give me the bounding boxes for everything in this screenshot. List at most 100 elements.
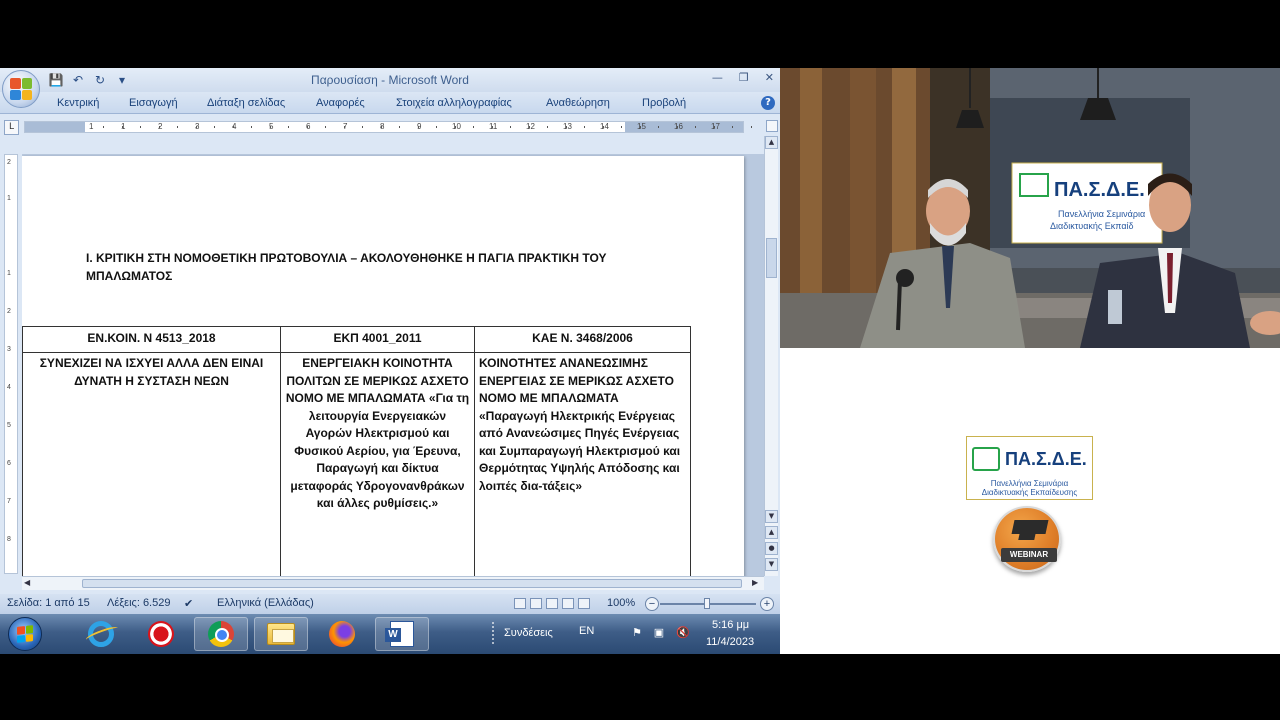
scroll-right-icon[interactable]: ▶ <box>752 578 758 587</box>
taskbar-word[interactable] <box>375 617 429 651</box>
document-page[interactable]: Ι. ΚΡΙΤΙΚΗ ΣΤΗ ΝΟΜΟΘΕΤΙΚΗ ΠΡΩΤΟΒΟΥΛΙΑ – … <box>22 156 744 576</box>
close-icon[interactable]: ✕ <box>765 71 774 84</box>
ruler-tick <box>713 126 715 128</box>
print-layout-icon[interactable] <box>514 598 526 609</box>
zoom-out-button[interactable]: − <box>645 597 659 611</box>
clock-time[interactable]: 5:16 μμ <box>712 619 749 631</box>
scroll-thumb[interactable] <box>766 238 777 278</box>
ruler-number: 6 <box>7 460 11 467</box>
tab-mailings[interactable]: Στοιχεία αλληλογραφίας <box>396 97 512 109</box>
table-cell[interactable]: ΣΥΝΕΧΙΖΕΙ ΝΑ ΙΣΧΥΕΙ ΑΛΛΑ ΔΕΝ ΕΙΝΑΙ ΔΥΝΑΤ… <box>22 352 281 576</box>
security-alert-icon[interactable]: ⚑ <box>630 626 644 640</box>
minimize-icon[interactable]: — <box>712 71 723 84</box>
help-icon[interactable]: ? <box>761 96 775 110</box>
taskbar-recorder[interactable] <box>134 617 188 651</box>
branding-panel: ΠΑ.Σ.Δ.Ε. Πανελλήνια Σεμινάρια Διαδικτυα… <box>780 348 1280 654</box>
network-icon[interactable]: ▣ <box>652 626 666 640</box>
page-count[interactable]: Σελίδα: 1 από 15 <box>7 597 90 609</box>
taskbar-internet-explorer[interactable] <box>74 617 128 651</box>
taskbar-chrome[interactable] <box>194 617 248 651</box>
next-page-icon[interactable]: ▼ <box>765 558 778 571</box>
status-bar: Σελίδα: 1 από 15 Λέξεις: 6.529 ✔ Ελληνικ… <box>0 594 780 614</box>
web-layout-icon[interactable] <box>546 598 558 609</box>
tab-review[interactable]: Αναθεώρηση <box>546 97 610 109</box>
scroll-thumb[interactable] <box>82 579 742 588</box>
table-header-cell[interactable]: ΕΝ.ΚΟΙΝ. Ν 4513_2018 <box>22 326 281 353</box>
connections-toolbar[interactable]: Συνδέσεις <box>504 627 553 639</box>
zoom-level[interactable]: 100% <box>607 597 635 609</box>
ruler-number: 3 <box>7 346 11 353</box>
horizontal-ruler[interactable]: 1 1 2 3 4 5 6 7 8 9 10 11 12 13 14 15 16… <box>24 121 770 133</box>
clock-date[interactable]: 11/4/2023 <box>706 636 754 648</box>
language-indicator[interactable]: Ελληνικά (Ελλάδας) <box>217 597 314 609</box>
document-heading: Ι. ΚΡΙΤΙΚΗ ΣΤΗ ΝΟΜΟΘΕΤΙΚΗ ΠΡΩΤΟΒΟΥΛΙΑ – … <box>86 251 607 283</box>
horizontal-scrollbar[interactable]: ◀ ▶ <box>22 576 764 590</box>
draft-icon[interactable] <box>578 598 590 609</box>
vertical-scrollbar[interactable]: ▲ ▼ ▲ ● ▼ <box>764 136 778 576</box>
tab-insert[interactable]: Εισαγωγή <box>129 97 178 109</box>
ruler-tick <box>306 126 308 128</box>
ruler-number: 8 <box>7 536 11 543</box>
outline-icon[interactable] <box>562 598 574 609</box>
table-cell[interactable]: ΕΝΕΡΓΕΙΑΚΗ ΚΟΙΝΟΤΗΤΑ ΠΟΛΙΤΩΝ ΣΕ ΜΕΡΙΚΩΣ … <box>280 352 475 576</box>
system-tray: Συνδέσεις EN ⚑ ▣ 🔇 5:16 μμ 11/4/2023 <box>490 614 780 654</box>
full-screen-reading-icon[interactable] <box>530 598 542 609</box>
webinar-label: WEBINAR <box>1001 548 1057 562</box>
office-button[interactable] <box>2 70 40 108</box>
tab-page-layout[interactable]: Διάταξη σελίδας <box>207 97 285 109</box>
webcam-video-feed: ΠΑ.Σ.Δ.Ε. Πανελλήνια Σεμινάρια Διαδικτυα… <box>780 68 1280 348</box>
ruler-number: 4 <box>7 384 11 391</box>
vertical-ruler[interactable]: 2 1 1 2 3 4 5 6 7 8 <box>4 154 18 574</box>
ruler-number: 12 <box>526 122 535 131</box>
previous-page-icon[interactable]: ▲ <box>765 526 778 539</box>
zoom-in-button[interactable]: + <box>760 597 774 611</box>
proofing-icon[interactable]: ✔ <box>184 597 193 610</box>
tab-references[interactable]: Αναφορές <box>316 97 365 109</box>
ruler-tick <box>177 126 178 128</box>
ruler-number: 10 <box>452 122 461 131</box>
toolbar-grip[interactable] <box>492 622 496 644</box>
webinar-badge: WEBINAR <box>993 506 1061 572</box>
view-ruler-icon[interactable] <box>766 120 778 132</box>
scroll-up-icon[interactable]: ▲ <box>765 136 778 149</box>
scroll-down-icon[interactable]: ▼ <box>765 510 778 523</box>
taskbar-file-explorer[interactable] <box>254 617 308 651</box>
table-header-cell[interactable]: ΚΑΕ Ν. 3468/2006 <box>474 326 691 353</box>
tab-selector[interactable]: L <box>4 120 19 135</box>
ruler-tick <box>547 126 548 128</box>
word-count[interactable]: Λέξεις: 6.529 <box>107 597 170 609</box>
ruler-tick <box>639 126 641 128</box>
ruler-number: 1 <box>7 195 11 202</box>
table-header-cell[interactable]: ΕΚΠ 4001_2011 <box>280 326 475 353</box>
ruler-tick <box>510 126 511 128</box>
graduation-cap-icon <box>1011 520 1049 534</box>
table-cell[interactable]: ΚΟΙΝΟΤΗΤΕΣ ΑΝΑΝΕΩΣΙΜΗΣ ΕΝΕΡΓΕΙΑΣ ΣΕ ΜΕΡΙ… <box>474 352 691 576</box>
ruler-tick <box>362 126 363 128</box>
folder-icon <box>267 623 295 645</box>
taskbar: Συνδέσεις EN ⚑ ▣ 🔇 5:16 μμ 11/4/2023 <box>0 614 780 654</box>
ruler-tick <box>380 126 382 128</box>
scroll-left-icon[interactable]: ◀ <box>24 578 30 587</box>
ruler-tick <box>473 126 474 128</box>
tab-view[interactable]: Προβολή <box>642 97 686 109</box>
ruler-tick <box>325 126 326 128</box>
start-button[interactable] <box>8 617 42 651</box>
volume-muted-icon[interactable]: 🔇 <box>676 626 690 640</box>
pasde-logo: ΠΑ.Σ.Δ.Ε. Πανελλήνια Σεμινάρια Διαδικτυα… <box>966 436 1093 500</box>
language-bar[interactable]: EN <box>579 625 594 637</box>
video-logo-text: ΠΑ.Σ.Δ.Ε. <box>1054 179 1145 201</box>
ruler-tick <box>251 126 252 128</box>
logo-subtitle-2: Διαδικτυακής Εκπαίδευσης <box>981 488 1078 497</box>
zoom-slider-thumb[interactable] <box>704 598 710 609</box>
ruler-row: L 1 1 2 3 4 5 6 7 8 9 10 11 12 13 14 15 <box>0 118 780 136</box>
word-window: 💾 ↶ ↻ ▾ Παρουσίαση - Microsoft Word — ❐ … <box>0 68 780 614</box>
ruler-tick <box>695 126 696 128</box>
tab-home[interactable]: Κεντρική <box>57 97 99 109</box>
select-browse-object-icon[interactable]: ● <box>765 542 778 555</box>
restore-icon[interactable]: ❐ <box>739 71 749 84</box>
document-area[interactable]: Ι. ΚΡΙΤΙΚΗ ΣΤΗ ΝΟΜΟΘΕΤΙΚΗ ΠΡΩΤΟΒΟΥΛΙΑ – … <box>22 154 764 576</box>
ruler-tick <box>214 126 215 128</box>
taskbar-firefox[interactable] <box>315 617 369 651</box>
ruler-tick <box>491 126 493 128</box>
ruler-tick <box>121 126 123 128</box>
